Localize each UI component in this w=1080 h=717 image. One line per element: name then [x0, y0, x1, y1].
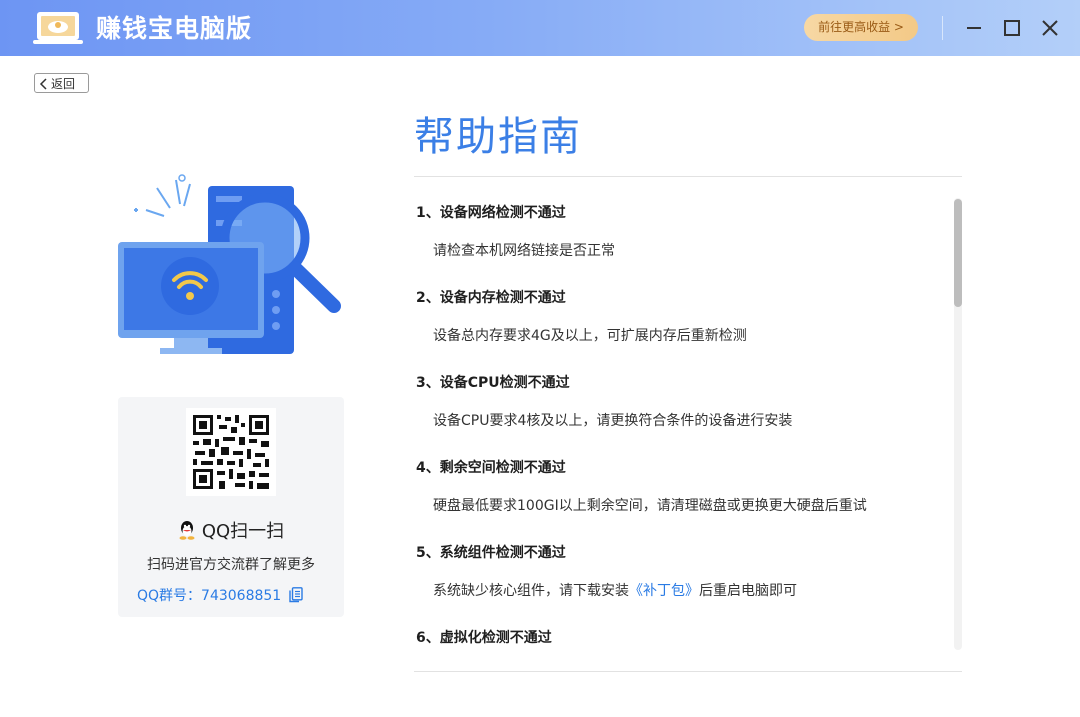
- back-button[interactable]: 返回: [34, 73, 89, 93]
- help-item-title: 3、设备CPU检测不通过: [416, 375, 570, 391]
- qq-penguin-icon: [179, 521, 195, 540]
- help-item-title: 2、设备内存检测不通过: [416, 290, 566, 306]
- network-check-illustration: [118, 174, 341, 354]
- titlebar-divider: [942, 16, 943, 40]
- bottom-divider: [414, 671, 962, 672]
- qq-group-label: QQ群号：743068851: [137, 588, 282, 604]
- help-item-desc: 请检查本机网络链接是否正常: [433, 243, 615, 259]
- help-item-desc: 设备CPU要求4核及以上，请更换符合条件的设备进行安装: [433, 413, 793, 429]
- help-item-desc-text: 后重启电脑即可: [699, 583, 797, 599]
- qq-group-description: 扫码进官方交流群了解更多: [147, 557, 315, 573]
- qr-code-image: [186, 408, 276, 496]
- help-item-title: 5、系统组件检测不通过: [416, 545, 566, 561]
- scrollbar-thumb[interactable]: [954, 199, 962, 307]
- help-item-desc: 硬盘最低要求100GI以上剩余空间，请清理磁盘或更换更大硬盘后重试: [433, 498, 867, 514]
- title-divider: [414, 176, 962, 177]
- qq-group-card: QQ扫一扫 扫码进官方交流群了解更多 QQ群号：743068851: [118, 397, 344, 617]
- help-item-desc-text: 系统缺少核心组件，请下载安装: [433, 583, 629, 599]
- maximize-icon[interactable]: [1000, 16, 1024, 40]
- help-item-title: 4、剩余空间检测不通过: [416, 460, 566, 476]
- help-list: 1、设备网络检测不通过 请检查本机网络链接是否正常 2、设备内存检测不通过 设备…: [414, 196, 944, 658]
- promo-button[interactable]: 前往更高收益 >: [804, 14, 918, 41]
- help-item-desc: 设备总内存要求4G及以上，可扩展内存后重新检测: [433, 328, 747, 344]
- app-logo-icon: [33, 12, 83, 44]
- close-icon[interactable]: [1038, 16, 1062, 40]
- minimize-icon[interactable]: [962, 16, 986, 40]
- help-item-title: 1、设备网络检测不通过: [416, 205, 566, 221]
- copy-icon[interactable]: [289, 587, 303, 603]
- app-title: 赚钱宝电脑版: [96, 14, 253, 43]
- title-bar: 赚钱宝电脑版 前往更高收益 >: [0, 0, 1080, 56]
- qq-group-number: QQ群号：743068851: [137, 585, 303, 605]
- qq-scan-title: QQ扫一扫: [118, 517, 344, 543]
- back-label: 返回: [51, 77, 76, 91]
- chevron-left-icon: [39, 78, 47, 90]
- page-title: 帮助指南: [414, 114, 582, 160]
- patch-download-link[interactable]: 《补丁包》: [629, 583, 699, 599]
- qq-scan-label: QQ扫一扫: [201, 521, 285, 542]
- help-item-desc: 系统缺少核心组件，请下载安装《补丁包》后重启电脑即可: [433, 581, 797, 601]
- help-item-title: 6、虚拟化检测不通过: [416, 630, 552, 646]
